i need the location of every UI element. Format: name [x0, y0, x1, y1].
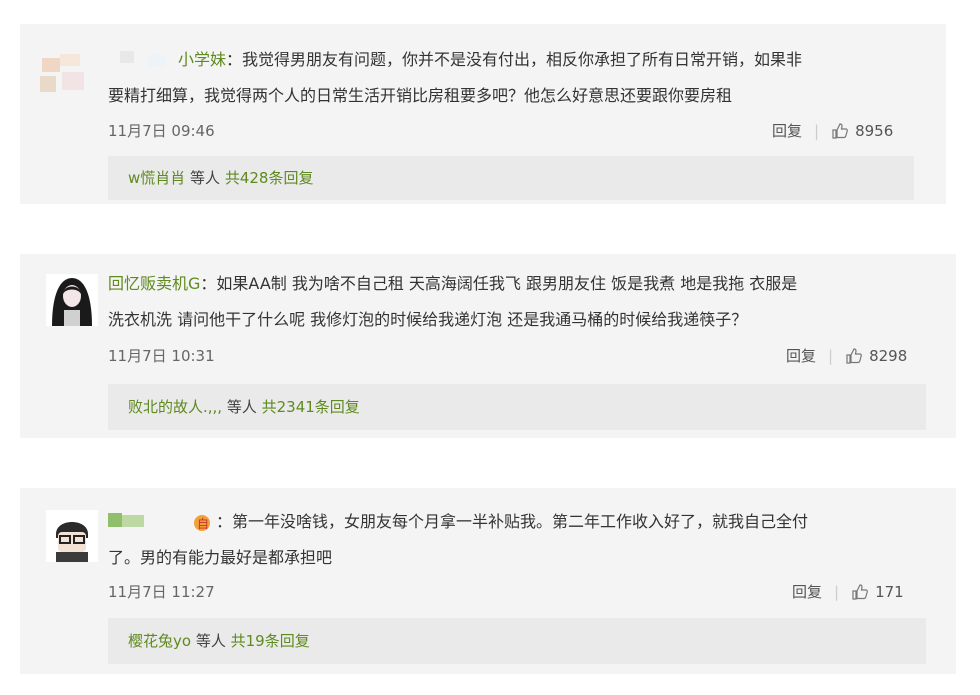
reply-user[interactable]: w慌肖肖 — [128, 168, 185, 188]
comment-body-line2: 要精打细算，我觉得两个人的日常生活开销比房租要多吧？他怎么好意思还要跟你要房租 — [108, 86, 733, 105]
comment-timestamp: 11月7日 09:46 — [108, 122, 215, 140]
reply-button[interactable]: 回复 — [792, 581, 822, 602]
comment-card: 自 ：第一年没啥钱，女朋友每个月拿一半补贴我。第二年工作收入好了，就我自己全付 … — [20, 488, 956, 674]
like-count: 8298 — [869, 346, 908, 365]
comment-card: 小学妹：我觉得男朋友有问题，你并不是没有付出，相反你承担了所有日常开销，如果非 … — [20, 24, 946, 204]
username-separator: ： — [200, 274, 217, 293]
comment-timestamp: 11月7日 11:27 — [108, 583, 215, 601]
action-divider: | — [834, 582, 840, 601]
vip-badge-icon: 自 — [188, 513, 216, 533]
comment-text-line1: 小学妹：我觉得男朋友有问题，你并不是没有付出，相反你承担了所有日常开销，如果非 — [108, 50, 802, 71]
comment-card: 回忆贩卖机G：如果AA制 我为啥不自己租 天高海阔任我飞 跟男朋友住 饭是我煮 … — [20, 254, 956, 438]
blurred-avatar[interactable] — [38, 46, 90, 98]
reply-summary-bar[interactable]: 败北的故人.,,, 等人 共2341条回复 — [108, 384, 926, 430]
reply-count-link[interactable]: 共19条回复 — [231, 631, 310, 651]
blurred-username — [108, 512, 188, 533]
reply-count-link[interactable]: 共2341条回复 — [262, 397, 360, 417]
blurred-username-prefix — [108, 50, 178, 71]
comment-username[interactable]: 小学妹 — [178, 50, 226, 69]
svg-text:自: 自 — [197, 517, 209, 531]
username-separator: ： — [226, 50, 243, 69]
thumbs-up-icon[interactable] — [845, 347, 863, 365]
reply-user[interactable]: 败北的故人.,,, — [128, 397, 222, 417]
username-separator: ： — [216, 512, 233, 531]
reply-summary-bar[interactable]: 樱花兔yo 等人 共19条回复 — [108, 618, 926, 664]
comment-timestamp: 11月7日 10:31 — [108, 347, 215, 365]
comment-actions: 回复 | 8956 — [772, 120, 893, 141]
comment-body-line1: 如果AA制 我为啥不自己租 天高海阔任我飞 跟男朋友住 饭是我煮 地是我拖 衣服… — [216, 274, 798, 293]
reply-summary-bar[interactable]: w慌肖肖 等人 共428条回复 — [108, 156, 914, 200]
reply-button[interactable]: 回复 — [786, 345, 816, 366]
girl-avatar[interactable] — [46, 274, 98, 326]
comment-body-line1: 第一年没啥钱，女朋友每个月拿一半补贴我。第二年工作收入好了，就我自己全付 — [232, 512, 809, 531]
reply-user[interactable]: 樱花兔yo — [128, 631, 191, 651]
comment-text-line1: 回忆贩卖机G：如果AA制 我为啥不自己租 天高海阔任我飞 跟男朋友住 饭是我煮 … — [108, 274, 797, 294]
reply-mid: 等人 — [191, 632, 231, 650]
boy-glasses-avatar[interactable] — [46, 510, 98, 562]
like-count: 8956 — [855, 121, 894, 140]
comment-body-line2: 洗衣机洗 请问他干了什么呢 我修灯泡的时候给我递灯泡 还是我通马桶的时候给我递筷… — [108, 310, 748, 329]
comment-actions: 回复 | 171 — [792, 581, 904, 602]
like-count: 171 — [875, 582, 904, 601]
comment-text-line1: 自 ：第一年没啥钱，女朋友每个月拿一半补贴我。第二年工作收入好了，就我自己全付 — [108, 512, 808, 533]
reply-mid: 等人 — [222, 398, 262, 416]
reply-mid: 等人 — [185, 169, 225, 187]
reply-count-link[interactable]: 共428条回复 — [225, 168, 314, 188]
thumbs-up-icon[interactable] — [831, 122, 849, 140]
reply-button[interactable]: 回复 — [772, 120, 802, 141]
comment-actions: 回复 | 8298 — [786, 345, 907, 366]
comment-username[interactable]: 回忆贩卖机G — [108, 274, 200, 293]
comment-body-line1: 我觉得男朋友有问题，你并不是没有付出，相反你承担了所有日常开销，如果非 — [242, 50, 803, 69]
thumbs-up-icon[interactable] — [851, 583, 869, 601]
comment-body-line2: 了。男的有能力最好是都承担吧 — [108, 548, 333, 567]
action-divider: | — [828, 346, 834, 365]
action-divider: | — [814, 121, 820, 140]
